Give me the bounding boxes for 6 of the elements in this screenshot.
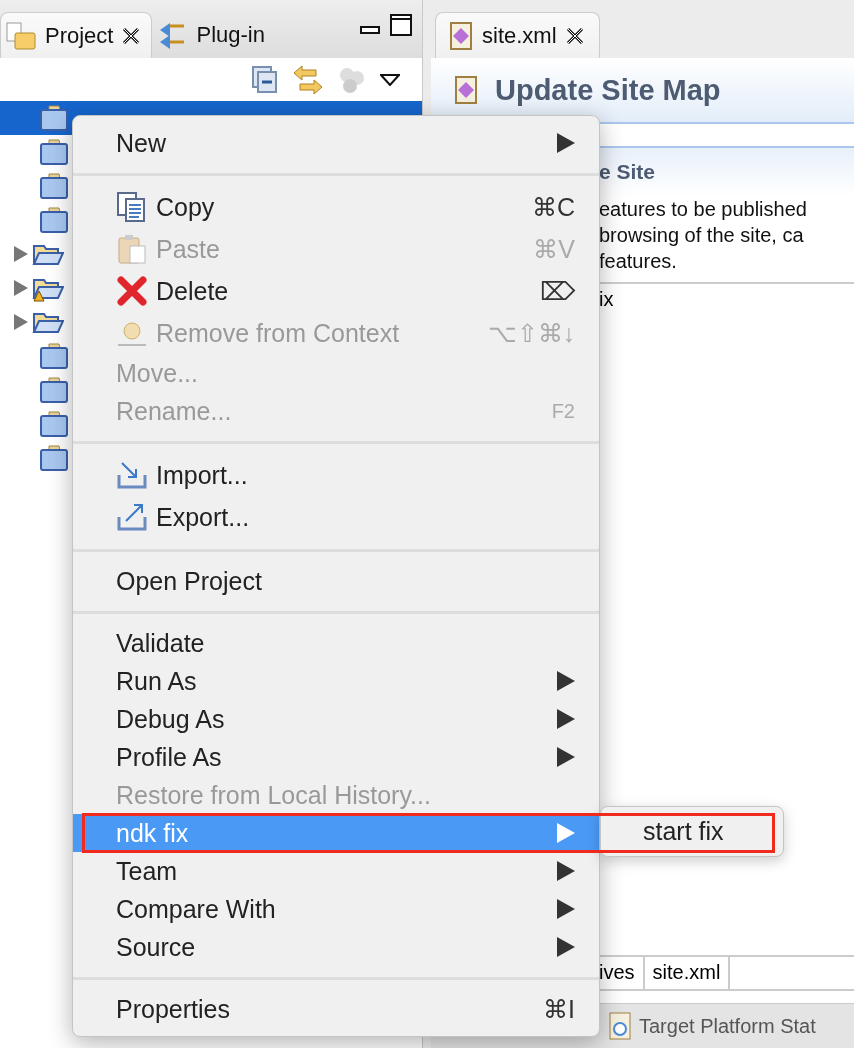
editor-title: Update Site Map [495,73,721,107]
description-text: browsing of the site, ca [599,223,805,248]
description-text: features. [599,249,678,274]
list-item: ix [599,287,615,311]
section-title: e Site [599,160,656,184]
description-text: eatures to be published [599,197,808,222]
